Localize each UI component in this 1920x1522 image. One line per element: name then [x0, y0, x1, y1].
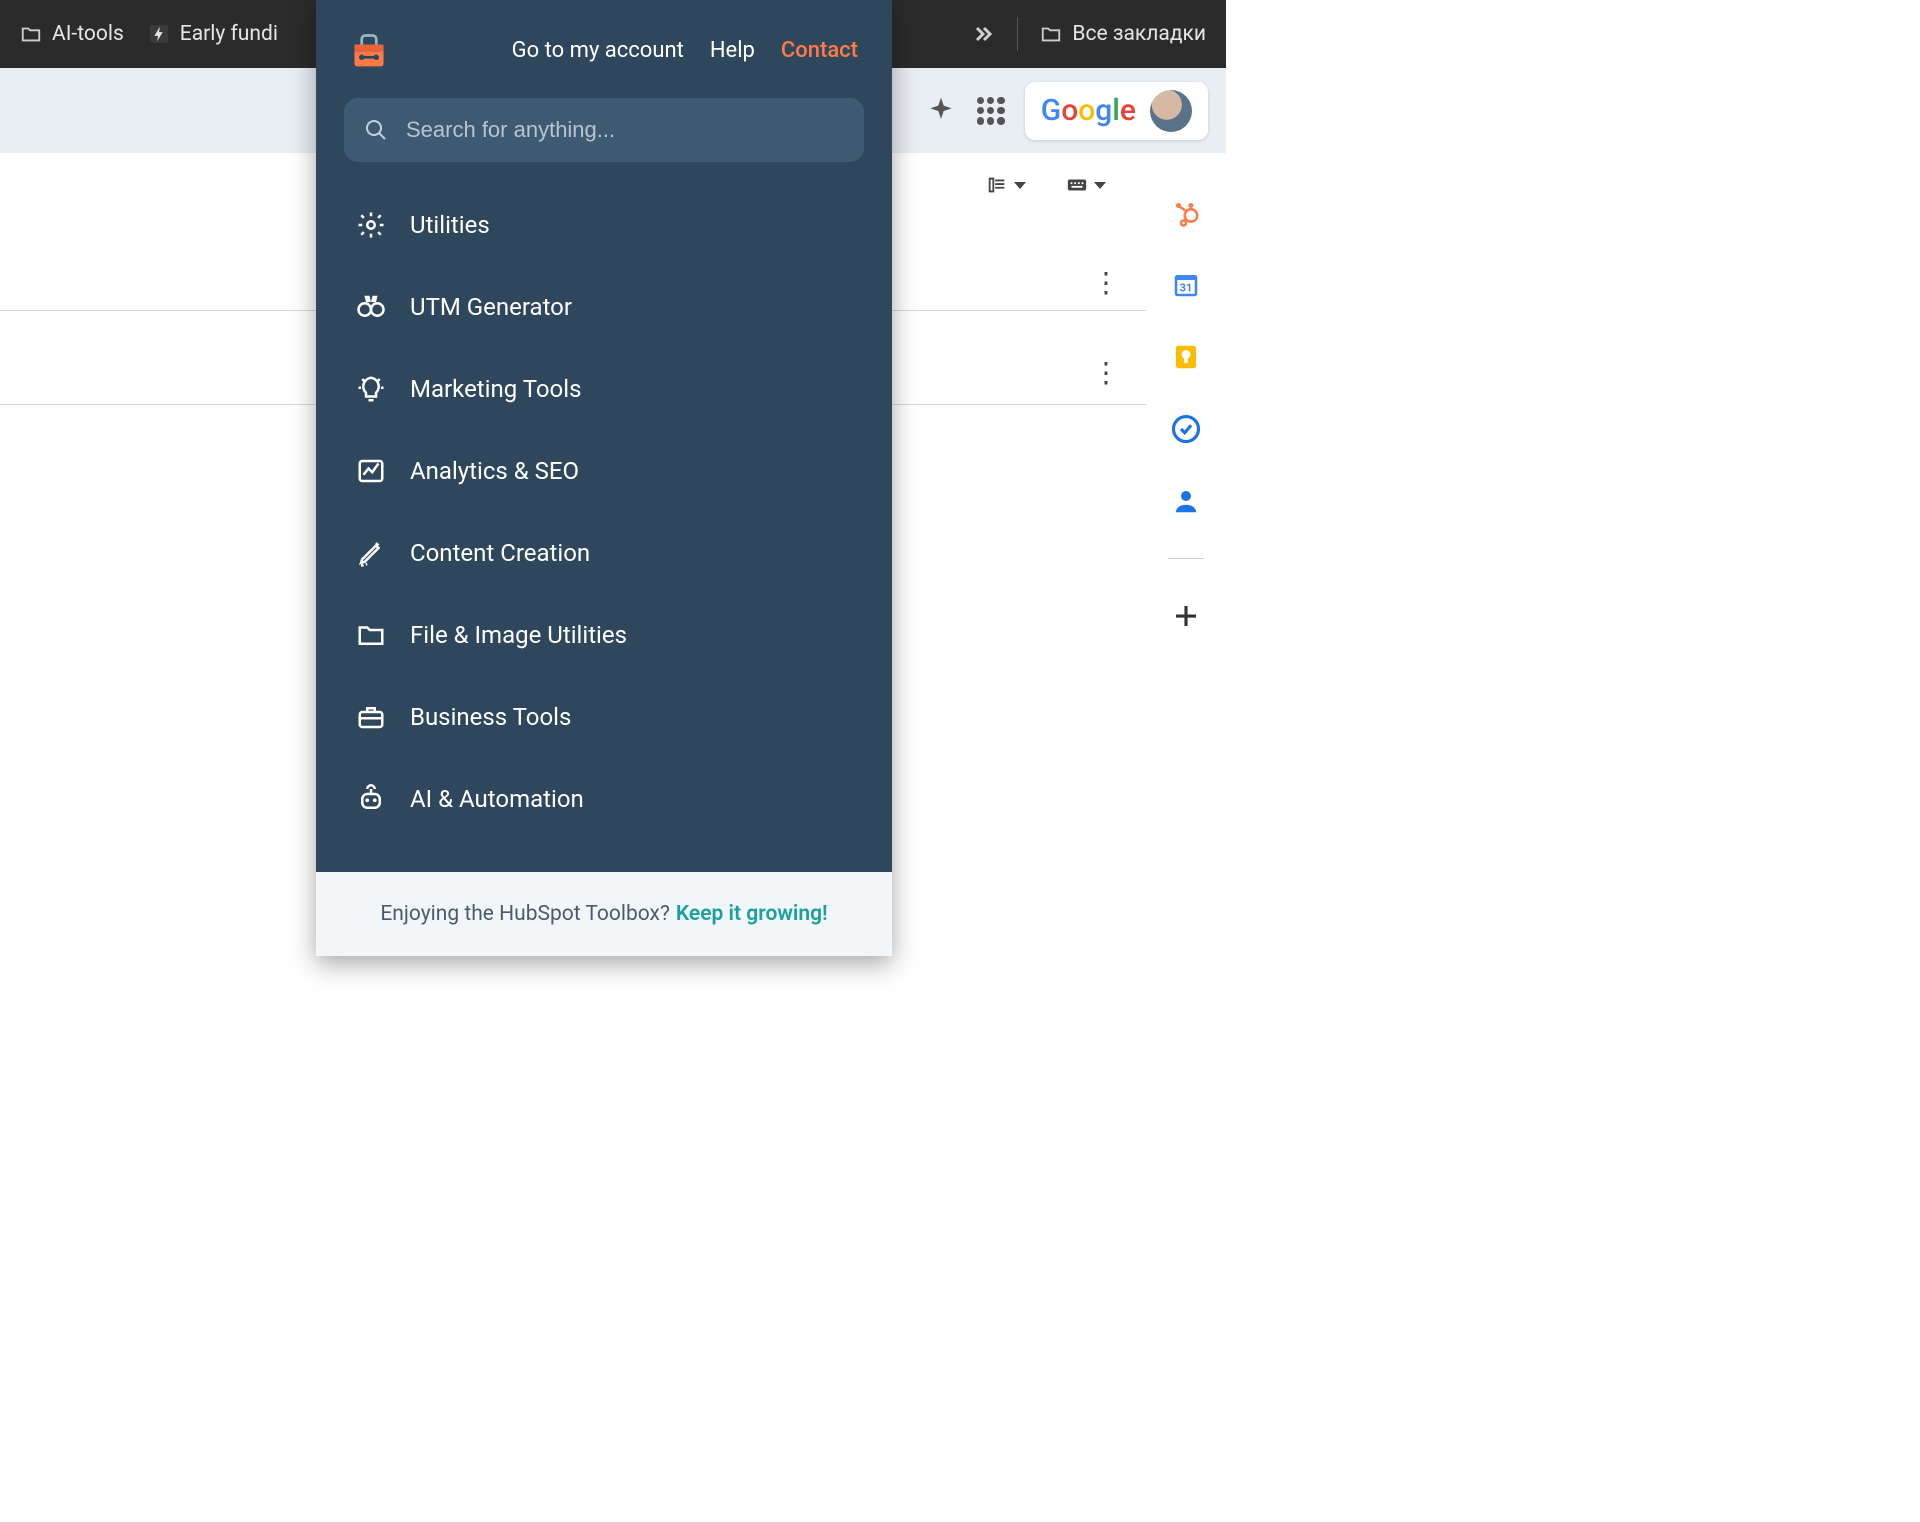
overflow-menu-button[interactable]: ⋮	[1092, 356, 1120, 389]
menu-file[interactable]: File & Image Utilities	[326, 594, 882, 676]
keyboard-icon	[1066, 174, 1088, 196]
folder-icon	[356, 620, 386, 650]
divider	[1168, 558, 1204, 559]
search-icon	[364, 118, 388, 142]
folder-icon	[20, 23, 42, 45]
search-field[interactable]	[344, 98, 864, 162]
bolt-icon	[148, 23, 170, 45]
editing-icon	[986, 174, 1008, 196]
google-account-chip[interactable]: Google	[1025, 82, 1208, 140]
keyboard-button[interactable]	[1066, 174, 1106, 196]
keep-icon[interactable]	[1171, 342, 1201, 372]
menu-ai[interactable]: AI & Automation	[326, 758, 882, 840]
folder-icon	[1040, 23, 1062, 45]
binoculars-icon	[356, 292, 386, 322]
contact-link[interactable]: Contact	[781, 38, 858, 63]
chevron-down-icon	[1014, 182, 1026, 189]
menu-label: UTM Generator	[410, 293, 572, 321]
menu-label: Content Creation	[410, 539, 590, 567]
menu-analytics[interactable]: Analytics & SEO	[326, 430, 882, 512]
briefcase-icon	[356, 702, 386, 732]
divider	[1017, 17, 1018, 51]
sparkle-icon[interactable]	[925, 95, 957, 127]
popup-links: Go to my account Help Contact	[512, 38, 858, 63]
bulb-icon	[356, 374, 386, 404]
bookmark-label: AI-tools	[52, 22, 124, 46]
menu-content[interactable]: Content Creation	[326, 512, 882, 594]
bookmark-early-fundi[interactable]: Early fundi	[148, 22, 278, 46]
view-mode-button[interactable]	[986, 174, 1026, 196]
chart-icon	[356, 456, 386, 486]
calendar-icon[interactable]: 31	[1171, 270, 1201, 300]
search-input[interactable]	[388, 117, 844, 143]
bookmark-label: Early fundi	[180, 22, 278, 46]
chevron-down-icon	[1094, 182, 1106, 189]
all-bookmarks[interactable]: Все закладки	[1040, 22, 1206, 46]
menu-label: Marketing Tools	[410, 375, 581, 403]
chevron-double-right-icon[interactable]	[971, 22, 995, 46]
popup-menu: Utilities UTM Generator Marketing Tools …	[316, 170, 892, 872]
gear-icon	[356, 210, 386, 240]
google-logo: Google	[1041, 93, 1136, 128]
overflow-menu-button[interactable]: ⋮	[1092, 266, 1120, 299]
menu-label: File & Image Utilities	[410, 621, 627, 649]
contacts-icon[interactable]	[1171, 486, 1201, 516]
menu-label: AI & Automation	[410, 785, 584, 813]
menu-label: Analytics & SEO	[410, 457, 579, 485]
menu-marketing[interactable]: Marketing Tools	[326, 348, 882, 430]
chrome-side-panel: 31	[1146, 158, 1226, 972]
robot-icon	[356, 784, 386, 814]
footer-cta-link[interactable]: Keep it growing!	[676, 902, 828, 926]
menu-business[interactable]: Business Tools	[326, 676, 882, 758]
menu-label: Business Tools	[410, 703, 571, 731]
all-bookmarks-label: Все закладки	[1072, 22, 1206, 46]
footer-text: Enjoying the HubSpot Toolbox?	[380, 902, 670, 926]
menu-label: Utilities	[410, 211, 490, 239]
svg-text:31: 31	[1180, 281, 1193, 294]
tasks-icon[interactable]	[1171, 414, 1201, 444]
hubspot-icon[interactable]	[1171, 198, 1201, 228]
avatar[interactable]	[1150, 90, 1192, 132]
apps-grid-icon[interactable]	[977, 97, 1005, 125]
help-link[interactable]: Help	[710, 38, 755, 63]
hubspot-toolbox-popup: Go to my account Help Contact Utilities …	[316, 0, 892, 956]
bookmark-folder-aitools[interactable]: AI-tools	[20, 22, 124, 46]
toolbox-logo-icon	[350, 30, 388, 70]
menu-utm[interactable]: UTM Generator	[326, 266, 882, 348]
account-link[interactable]: Go to my account	[512, 38, 684, 63]
popup-footer: Enjoying the HubSpot Toolbox? Keep it gr…	[316, 872, 892, 956]
add-button[interactable]	[1171, 601, 1201, 631]
popup-header: Go to my account Help Contact	[316, 0, 892, 78]
menu-utilities[interactable]: Utilities	[326, 184, 882, 266]
pen-icon	[356, 538, 386, 568]
